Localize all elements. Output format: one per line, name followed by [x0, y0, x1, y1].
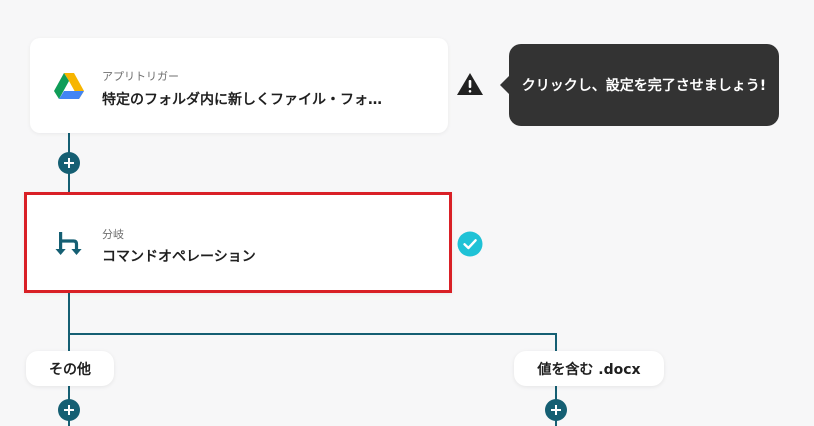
branch-card-title: コマンドオペレーション	[102, 249, 256, 265]
trigger-card-title: 特定のフォルダ内に新しくファイル・フォ…	[102, 92, 382, 108]
branch-label-docx-text: 値を含む .docx	[537, 361, 641, 378]
plus-icon	[551, 405, 561, 415]
connector-split-horizontal	[68, 333, 557, 335]
setup-tooltip: クリックし、設定を完了させましょう!	[509, 44, 779, 126]
tooltip-text: クリックし、設定を完了させましょう!	[521, 78, 767, 94]
trigger-card-subtitle: アプリトリガー	[102, 70, 179, 83]
plus-icon	[64, 158, 74, 168]
plus-icon	[64, 405, 74, 415]
connector-branch-down	[68, 291, 70, 351]
trigger-card[interactable]: アプリトリガー 特定のフォルダ内に新しくファイル・フォ…	[30, 38, 448, 133]
branch-label-docx[interactable]: 値を含む .docx	[514, 351, 664, 386]
branch-label-other-text: その他	[49, 361, 91, 378]
check-circle-icon	[457, 231, 483, 257]
warning-icon	[456, 72, 484, 96]
branch-label-other[interactable]: その他	[26, 351, 114, 386]
add-step-button-docx[interactable]	[545, 399, 567, 421]
connector-split-right	[555, 333, 557, 351]
add-step-button[interactable]	[58, 152, 80, 174]
branch-icon	[54, 228, 84, 258]
branch-card[interactable]: 分岐 コマンドオペレーション	[24, 192, 452, 293]
google-drive-icon	[54, 71, 84, 101]
add-step-button-other[interactable]	[58, 399, 80, 421]
branch-card-subtitle: 分岐	[102, 228, 124, 241]
